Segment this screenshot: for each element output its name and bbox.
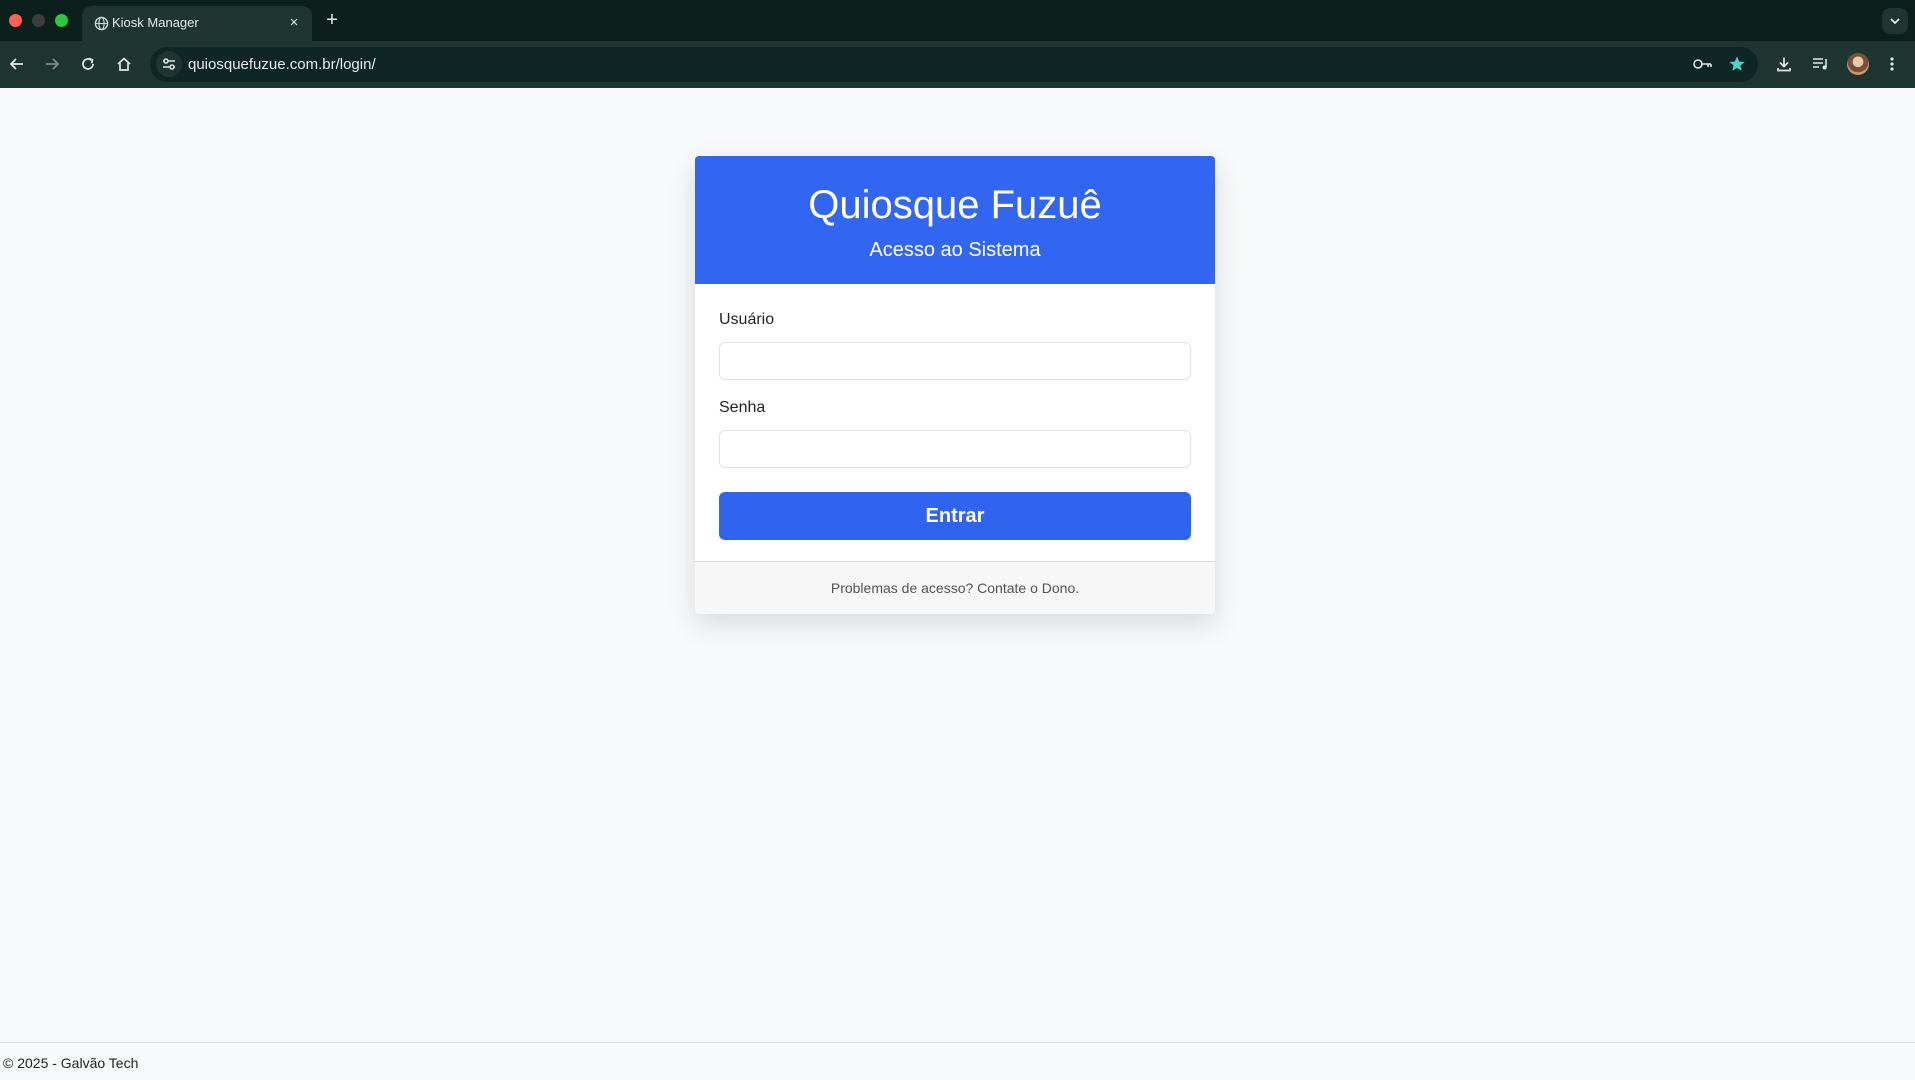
key-icon[interactable] bbox=[1692, 54, 1714, 74]
globe-icon bbox=[92, 14, 110, 32]
login-card: Quiosque Fuzuê Acesso ao Sistema Usuário… bbox=[695, 156, 1215, 614]
site-footer: © 2025 - Galvão Tech bbox=[0, 1042, 1915, 1080]
forward-arrow-icon[interactable] bbox=[40, 52, 64, 76]
avatar[interactable] bbox=[1847, 53, 1869, 75]
url-text[interactable]: quiosquefuzue.com.br/login/ bbox=[188, 55, 376, 74]
login-form: Usuário Senha Entrar bbox=[695, 284, 1215, 540]
password-field[interactable] bbox=[719, 430, 1191, 468]
chevron-down-icon[interactable] bbox=[1882, 8, 1908, 34]
home-icon[interactable] bbox=[112, 52, 136, 76]
star-icon[interactable] bbox=[1726, 54, 1748, 74]
username-field[interactable] bbox=[719, 342, 1191, 380]
close-window-button[interactable] bbox=[9, 14, 22, 27]
browser-toolbar: quiosquefuzue.com.br/login/ bbox=[0, 41, 1915, 88]
help-text: Problemas de acesso? Contate o Dono. bbox=[695, 561, 1215, 614]
reload-icon[interactable] bbox=[76, 52, 100, 76]
copyright-text: © 2025 - Galvão Tech bbox=[3, 1055, 139, 1071]
login-button[interactable]: Entrar bbox=[719, 492, 1191, 540]
username-label: Usuário bbox=[719, 311, 775, 328]
back-arrow-icon[interactable] bbox=[5, 52, 29, 76]
more-vertical-icon[interactable] bbox=[1880, 52, 1904, 76]
page-content: Quiosque Fuzuê Acesso ao Sistema Usuário… bbox=[0, 88, 1915, 1080]
plus-icon[interactable]: + bbox=[320, 8, 344, 32]
media-queue-icon[interactable] bbox=[1808, 52, 1832, 76]
tune-icon[interactable] bbox=[156, 51, 182, 77]
password-label: Senha bbox=[719, 399, 766, 416]
maximize-window-button[interactable] bbox=[55, 14, 68, 27]
username-group: Usuário bbox=[719, 310, 1191, 380]
download-icon[interactable] bbox=[1772, 52, 1796, 76]
tab-title: Kiosk Manager bbox=[112, 15, 199, 30]
page-subtitle: Acesso ao Sistema bbox=[869, 239, 1041, 261]
page-title: Quiosque Fuzuê bbox=[808, 183, 1102, 227]
password-group: Senha bbox=[719, 398, 1191, 468]
close-icon[interactable]: × bbox=[284, 13, 304, 33]
browser-tab[interactable]: Kiosk Manager × bbox=[82, 6, 312, 41]
address-bar[interactable]: quiosquefuzue.com.br/login/ bbox=[150, 47, 1758, 82]
login-card-header: Quiosque Fuzuê Acesso ao Sistema bbox=[695, 156, 1215, 284]
browser-title-bar: Kiosk Manager × + bbox=[0, 0, 1915, 41]
minimize-window-button[interactable] bbox=[32, 14, 45, 27]
